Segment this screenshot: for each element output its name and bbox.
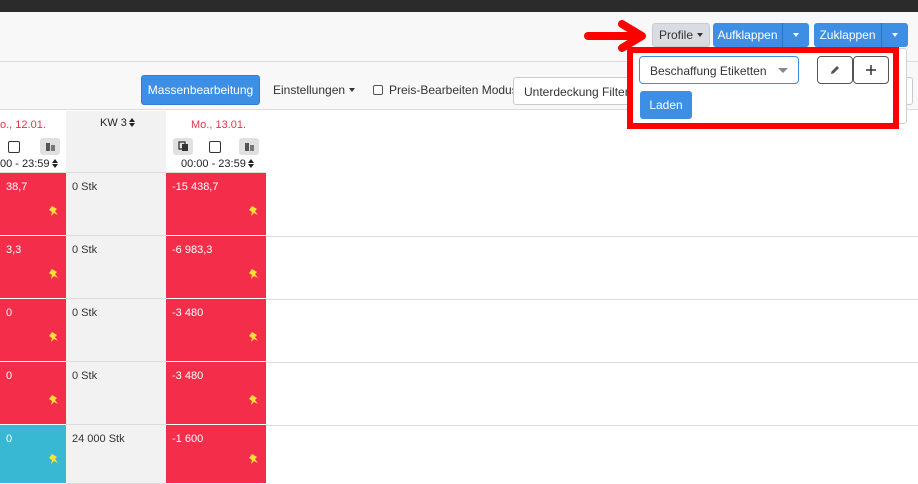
annotation-highlight-box — [627, 47, 899, 129]
sort-icon[interactable] — [247, 159, 254, 168]
filter-text: Unterdeckung Filter g — [524, 85, 633, 99]
column-header-13-01: Mo., 13.01. 00:00 - 23:59 — [166, 111, 266, 173]
column-header-kw3: KW 3 — [66, 111, 166, 173]
zuklappen-split-button: Zuklappen — [814, 23, 908, 47]
grid-cell[interactable]: 0 — [0, 425, 66, 484]
caret-down-icon — [793, 33, 799, 37]
grid-cell[interactable]: 24 000 Stk — [66, 425, 166, 484]
grid-cell[interactable]: 3,3 — [0, 236, 66, 299]
pin-icon — [249, 395, 258, 405]
price-edit-label: Preis-Bearbeiten Modus — [389, 83, 518, 97]
mass-edit-label: Massenbearbeitung — [147, 83, 254, 97]
grid-cell[interactable]: -3 480 — [166, 362, 266, 425]
zuklappen-toggle[interactable] — [882, 23, 908, 47]
grid-cell[interactable]: 0 — [0, 299, 66, 362]
column-time-range: 00 - 23:59 — [0, 158, 58, 170]
column-date: o., 12.01. — [0, 119, 46, 131]
settings-label: Einstellungen — [273, 83, 346, 97]
pin-icon — [49, 395, 58, 405]
grid-cell[interactable]: 0 — [0, 362, 66, 425]
paste-button[interactable] — [40, 138, 60, 155]
week-label[interactable]: KW 3 — [100, 117, 135, 129]
row-divider — [266, 299, 918, 300]
pin-icon — [49, 332, 58, 342]
grid-cell[interactable]: 0 Stk — [66, 362, 166, 425]
pin-icon — [249, 269, 258, 279]
copy-button[interactable] — [173, 138, 193, 155]
column-select-checkbox[interactable] — [209, 141, 221, 153]
zuklappen-button[interactable]: Zuklappen — [814, 23, 882, 47]
grid-cell[interactable]: 38,7 — [0, 173, 66, 236]
caret-down-icon — [892, 33, 898, 37]
paste-icon — [45, 143, 55, 151]
aufklappen-button[interactable]: Aufklappen — [713, 23, 783, 47]
pin-icon — [249, 454, 258, 464]
caret-down-icon — [349, 88, 356, 92]
mass-edit-button[interactable]: Massenbearbeitung — [141, 75, 260, 105]
price-edit-checkbox[interactable] — [373, 85, 383, 95]
aufklappen-toggle[interactable] — [783, 23, 809, 47]
paste-icon — [244, 143, 254, 151]
caret-down-icon — [697, 33, 703, 37]
planning-grid: o., 12.01. 00 - 23:59 KW 3 Mo., 13.01. 0… — [0, 111, 918, 484]
row-divider — [266, 425, 918, 426]
window-top-bar — [0, 0, 918, 12]
sort-icon — [128, 118, 135, 127]
copy-icon — [177, 141, 188, 151]
sort-icon[interactable] — [51, 159, 58, 168]
row-divider — [266, 362, 918, 363]
grid-cell[interactable]: 0 Stk — [66, 173, 166, 236]
underdeckung-filter-input[interactable]: Unterdeckung Filter g — [513, 77, 633, 105]
grid-cell[interactable]: 0 Stk — [66, 236, 166, 299]
grid-cell[interactable]: -3 480 — [166, 299, 266, 362]
row-divider — [266, 236, 918, 237]
pin-icon — [49, 269, 58, 279]
aufklappen-split-button: Aufklappen — [713, 23, 809, 47]
zuklappen-label: Zuklappen — [819, 28, 876, 42]
settings-dropdown[interactable]: Einstellungen — [273, 83, 356, 97]
pin-icon — [49, 454, 58, 464]
pin-icon — [249, 206, 258, 216]
paste-button[interactable] — [239, 138, 259, 155]
grid-cell[interactable]: 0 Stk — [66, 299, 166, 362]
profile-dropdown-button[interactable]: Profile — [652, 23, 710, 47]
column-select-checkbox[interactable] — [8, 141, 20, 153]
price-edit-mode-toggle[interactable]: Preis-Bearbeiten Modus — [373, 83, 518, 97]
grid-cell[interactable]: -15 438,7 — [166, 173, 266, 236]
pin-icon — [49, 206, 58, 216]
pin-icon — [249, 332, 258, 342]
grid-cell[interactable]: -6 983,3 — [166, 236, 266, 299]
profile-label: Profile — [658, 28, 693, 42]
column-date: Mo., 13.01. — [191, 119, 247, 131]
column-header-12-01: o., 12.01. 00 - 23:59 — [0, 111, 66, 173]
grid-cell[interactable]: -1 600 — [166, 425, 266, 484]
column-time-range: 00:00 - 23:59 — [181, 158, 254, 170]
aufklappen-label: Aufklappen — [717, 28, 778, 42]
